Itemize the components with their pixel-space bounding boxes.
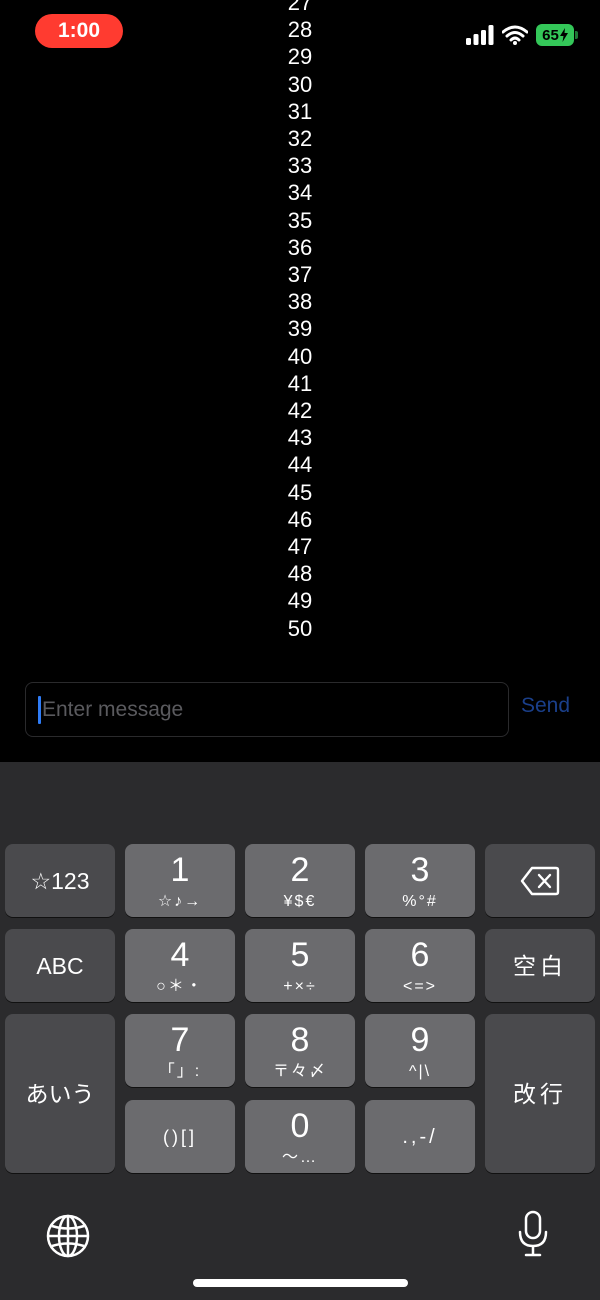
list-item: 46 <box>287 506 313 532</box>
list-item: 44 <box>287 452 313 478</box>
number-list[interactable]: 27 28 29 30 31 32 33 34 35 36 37 38 39 40 41 42 43 44 45 46… <box>0 0 600 650</box>
list-item: 48 <box>287 561 313 587</box>
key-2[interactable]: 2 ¥$€ <box>245 844 355 917</box>
globe-icon[interactable] <box>46 1214 90 1258</box>
symbols-key[interactable]: ☆123 <box>5 844 115 917</box>
brackets-key[interactable]: ()[] <box>125 1100 235 1173</box>
key-4[interactable]: 4 ○＊・ <box>125 929 235 1002</box>
list-item: 27 <box>287 0 313 15</box>
list-item: 33 <box>287 153 313 179</box>
key-0[interactable]: 0 〜… <box>245 1100 355 1173</box>
list-item: 31 <box>287 98 313 124</box>
key-7[interactable]: 7 「」: <box>125 1014 235 1087</box>
delete-key[interactable] <box>485 844 595 917</box>
text-caret <box>38 695 41 724</box>
punctuation-key[interactable]: .,-/ <box>365 1100 475 1173</box>
list-item: 37 <box>287 262 313 287</box>
message-input-placeholder: Enter message <box>42 697 184 721</box>
list-item: 30 <box>287 71 313 97</box>
return-key[interactable]: 改行 <box>485 1014 595 1173</box>
list-item: 36 <box>287 234 313 260</box>
list-item: 39 <box>287 316 313 342</box>
key-5[interactable]: 5 +×÷ <box>245 929 355 1002</box>
microphone-icon[interactable] <box>517 1210 549 1258</box>
list-item: 41 <box>287 370 313 396</box>
send-button[interactable]: Send <box>521 694 570 718</box>
list-item: 47 <box>287 534 313 559</box>
key-8[interactable]: 8 〒々〆 <box>245 1014 355 1087</box>
key-9[interactable]: 9 ^|\ <box>365 1014 475 1087</box>
list-item: 29 <box>287 44 313 70</box>
list-item: 42 <box>287 398 313 423</box>
list-item: 34 <box>287 180 313 206</box>
list-item: 40 <box>287 343 313 369</box>
delete-backspace-icon <box>520 866 560 896</box>
space-key[interactable]: 空白 <box>485 929 595 1002</box>
kana-key[interactable]: あいう <box>5 1014 115 1173</box>
list-item: 49 <box>287 588 313 614</box>
list-item: 32 <box>287 126 313 151</box>
key-3[interactable]: 3 %°# <box>365 844 475 917</box>
list-item: 38 <box>287 289 313 315</box>
list-item: 45 <box>287 479 313 505</box>
list-item: 35 <box>287 207 313 233</box>
key-6[interactable]: 6 <=> <box>365 929 475 1002</box>
key-1[interactable]: 1 ☆♪→ <box>125 844 235 917</box>
list-item: 43 <box>287 425 313 451</box>
home-indicator[interactable] <box>193 1279 408 1287</box>
abc-key[interactable]: ABC <box>5 929 115 1002</box>
list-item: 28 <box>287 17 313 43</box>
list-item: 50 <box>287 615 313 641</box>
message-input[interactable]: Enter message <box>25 682 509 737</box>
